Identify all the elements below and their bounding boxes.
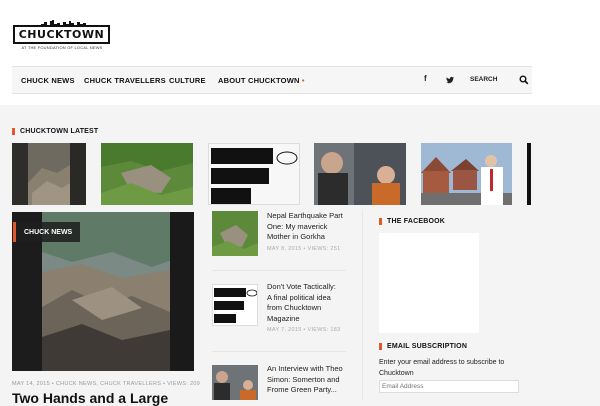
post-title-2-line: Don't Vote Tactically: <box>267 282 336 291</box>
street-image <box>421 143 512 205</box>
vote-poster-thumb-image <box>214 288 257 323</box>
landslide-thumb-image <box>212 211 258 256</box>
search-icon[interactable] <box>519 75 529 85</box>
post-title-1-line: Mother in Gorkha <box>267 232 325 241</box>
email-heading: EMAIL SUBSCRIPTION <box>379 343 467 350</box>
post-title-3-line: An Interview with Theo <box>267 364 343 373</box>
site-logo[interactable]: CHUCKTOWN AT THE FOUNDATION OF LOCAL NEW… <box>13 20 111 50</box>
post-meta-2: MAY 7, 2015 • VIEWS: 183 <box>267 327 341 333</box>
facebook-heading-label: THE FACEBOOK <box>387 218 446 225</box>
search-label[interactable]: SEARCH <box>470 76 497 83</box>
post-thumb-1[interactable] <box>212 211 258 256</box>
post-title-1-line: Nepal Earthquake Part <box>267 211 343 220</box>
carousel-thumb-5[interactable] <box>421 143 512 205</box>
facebook-widget[interactable] <box>379 233 479 333</box>
interview-thumb-image <box>212 365 258 400</box>
logo-text: CHUCKTOWN <box>18 28 105 41</box>
post-meta-1: MAY 8, 2015 • VIEWS: 251 <box>267 246 341 252</box>
post-title-2-line: Magazine <box>267 313 300 323</box>
featured-title[interactable]: Two Hands and a Large <box>12 390 168 406</box>
carousel-thumb-4[interactable] <box>314 143 406 205</box>
post-title-2-line: A final political idea <box>267 292 331 302</box>
vote-poster-image <box>209 144 299 204</box>
carousel-thumb-2[interactable] <box>101 143 193 205</box>
facebook-icon[interactable]: f <box>424 74 427 83</box>
category-badge[interactable]: CHUCK NEWS <box>13 222 81 242</box>
post-thumb-3[interactable] <box>212 365 258 400</box>
email-description: Enter your email address to subscribe to… <box>379 359 505 377</box>
twitter-icon[interactable] <box>446 76 454 84</box>
nav-item-culture[interactable]: CULTURE <box>169 76 206 85</box>
post-divider <box>212 270 346 271</box>
logo-tagline: AT THE FOUNDATION OF LOCAL NEWS <box>21 45 103 50</box>
rubble-image <box>12 143 86 205</box>
post-title-2[interactable]: Don't Vote Tactically: A final political… <box>267 282 336 324</box>
email-heading-label: EMAIL SUBSCRIPTION <box>387 343 468 350</box>
post-title-1-line: One: My maverick <box>267 221 328 231</box>
main-nav: CHUCK NEWS CHUCK TRAVELLERS CULTURE ABOU… <box>12 66 532 94</box>
heading-accent-bar <box>379 343 382 350</box>
post-divider <box>212 351 346 352</box>
carousel-thumb-1[interactable] <box>12 143 86 205</box>
post-title-3-line: Frome Green Party... <box>267 385 337 394</box>
post-thumb-2[interactable] <box>212 284 258 326</box>
heading-accent-bar <box>379 218 382 225</box>
post-title-1[interactable]: Nepal Earthquake Part One: My maverick M… <box>267 211 343 243</box>
featured-meta: MAY 14, 2015 • CHUCK NEWS, CHUCK TRAVELL… <box>12 381 201 387</box>
nav-item-about-chucktown[interactable]: ABOUT CHUCKTOWN • <box>218 76 305 85</box>
carousel-thumb-3[interactable] <box>208 143 300 205</box>
carousel-thumb-6[interactable] <box>527 143 531 205</box>
heading-accent-bar <box>12 128 15 135</box>
landslide-image <box>101 143 193 205</box>
logo-box: CHUCKTOWN <box>13 25 110 44</box>
column-separator <box>362 210 363 400</box>
nav-item-chuck-travellers[interactable]: CHUCK TRAVELLERS <box>84 76 166 85</box>
latest-heading: CHUCKTOWN LATEST <box>12 128 98 135</box>
latest-heading-label: CHUCKTOWN LATEST <box>20 128 99 135</box>
post-title-2-line: from Chucktown <box>267 303 322 312</box>
post-title-3[interactable]: An Interview with Theo Simon: Somerton a… <box>267 364 343 396</box>
email-input[interactable] <box>379 380 519 393</box>
nav-indicator-dot: • <box>301 76 305 85</box>
nav-item-about-label: ABOUT CHUCKTOWN <box>218 76 300 85</box>
facebook-heading: THE FACEBOOK <box>379 218 445 225</box>
site-header: CHUCKTOWN AT THE FOUNDATION OF LOCAL NEW… <box>0 0 600 105</box>
post-title-3-line: Simon: Somerton and <box>267 374 340 384</box>
interview-image <box>314 143 406 205</box>
nav-item-chuck-news[interactable]: CHUCK NEWS <box>21 76 75 85</box>
